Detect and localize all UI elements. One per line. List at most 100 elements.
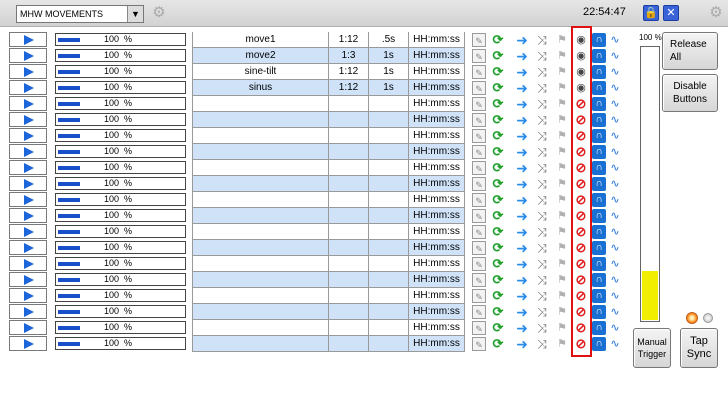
magnet-icon[interactable]: ∩ — [592, 257, 606, 271]
magnet-icon[interactable]: ∩ — [592, 161, 606, 175]
progress-bar[interactable]: 100 % — [55, 81, 186, 94]
time-cell[interactable]: HH:mm:ss — [408, 112, 465, 128]
arrow-right-icon[interactable]: ➜ — [510, 241, 534, 255]
shuffle-icon[interactable]: ⤨ — [535, 193, 549, 207]
ratio-cell[interactable]: 1:12 — [328, 64, 368, 80]
edit-document-icon[interactable]: ✎ — [472, 337, 486, 351]
shuffle-icon[interactable]: ⤨ — [535, 209, 549, 223]
play-button[interactable] — [9, 336, 47, 351]
ratio-cell[interactable] — [328, 336, 368, 352]
play-button[interactable] — [9, 128, 47, 143]
movement-name-cell[interactable] — [192, 192, 328, 208]
time-cell[interactable]: HH:mm:ss — [408, 304, 465, 320]
shuffle-icon[interactable]: ⤨ — [535, 225, 549, 239]
arrow-right-icon[interactable]: ➜ — [510, 177, 534, 191]
movement-name-cell[interactable] — [192, 112, 328, 128]
reload-icon[interactable]: ⟳ — [491, 161, 505, 175]
flag-icon[interactable]: ⚑ — [555, 209, 569, 223]
reload-icon[interactable]: ⟳ — [491, 241, 505, 255]
flag-icon[interactable]: ⚑ — [555, 273, 569, 287]
wave-icon[interactable]: ∿ — [608, 321, 622, 335]
edit-document-icon[interactable]: ✎ — [472, 145, 486, 159]
wave-icon[interactable]: ∿ — [608, 225, 622, 239]
progress-bar[interactable]: 100 % — [55, 209, 186, 222]
magnet-icon[interactable]: ∩ — [592, 49, 606, 63]
shuffle-icon[interactable]: ⤨ — [535, 49, 549, 63]
play-button[interactable] — [9, 160, 47, 175]
magnet-icon[interactable]: ∩ — [592, 193, 606, 207]
flag-icon[interactable]: ⚑ — [555, 49, 569, 63]
edit-document-icon[interactable]: ✎ — [472, 321, 486, 335]
wave-icon[interactable]: ∿ — [608, 33, 622, 47]
progress-bar[interactable]: 100 % — [55, 33, 186, 46]
wave-icon[interactable]: ∿ — [608, 289, 622, 303]
time-cell[interactable]: HH:mm:ss — [408, 32, 465, 48]
progress-bar[interactable]: 100 % — [55, 305, 186, 318]
flag-icon[interactable]: ⚑ — [555, 257, 569, 271]
arrow-right-icon[interactable]: ➜ — [510, 113, 534, 127]
wave-icon[interactable]: ∿ — [608, 305, 622, 319]
play-button[interactable] — [9, 224, 47, 239]
movement-name-cell[interactable]: sine-tilt — [192, 64, 328, 80]
magnet-icon[interactable]: ∩ — [592, 113, 606, 127]
shuffle-icon[interactable]: ⤨ — [535, 65, 549, 79]
magnet-icon[interactable]: ∩ — [592, 145, 606, 159]
shuffle-icon[interactable]: ⤨ — [535, 241, 549, 255]
magnet-icon[interactable]: ∩ — [592, 321, 606, 335]
wave-icon[interactable]: ∿ — [608, 337, 622, 351]
wave-icon[interactable]: ∿ — [608, 193, 622, 207]
progress-bar[interactable]: 100 % — [55, 273, 186, 286]
ratio-cell[interactable] — [328, 272, 368, 288]
duration-cell[interactable] — [368, 304, 408, 320]
shuffle-icon[interactable]: ⤨ — [535, 337, 549, 351]
duration-cell[interactable] — [368, 144, 408, 160]
movement-name-cell[interactable] — [192, 256, 328, 272]
tap-sync-button[interactable]: Tap Sync — [680, 328, 718, 368]
time-cell[interactable]: HH:mm:ss — [408, 176, 465, 192]
ratio-cell[interactable] — [328, 128, 368, 144]
magnet-icon[interactable]: ∩ — [592, 289, 606, 303]
duration-cell[interactable] — [368, 256, 408, 272]
ratio-cell[interactable] — [328, 320, 368, 336]
magnet-icon[interactable]: ∩ — [592, 97, 606, 111]
edit-document-icon[interactable]: ✎ — [472, 209, 486, 223]
time-cell[interactable]: HH:mm:ss — [408, 224, 465, 240]
flag-icon[interactable]: ⚑ — [555, 161, 569, 175]
ratio-cell[interactable] — [328, 208, 368, 224]
duration-cell[interactable] — [368, 320, 408, 336]
flag-icon[interactable]: ⚑ — [555, 97, 569, 111]
reload-icon[interactable]: ⟳ — [491, 97, 505, 111]
ratio-cell[interactable]: 1:3 — [328, 48, 368, 64]
shuffle-icon[interactable]: ⤨ — [535, 177, 549, 191]
arrow-right-icon[interactable]: ➜ — [510, 289, 534, 303]
arrow-right-icon[interactable]: ➜ — [510, 161, 534, 175]
shuffle-icon[interactable]: ⤨ — [535, 81, 549, 95]
progress-bar[interactable]: 100 % — [55, 321, 186, 334]
shuffle-icon[interactable]: ⤨ — [535, 33, 549, 47]
edit-document-icon[interactable]: ✎ — [472, 65, 486, 79]
time-cell[interactable]: HH:mm:ss — [408, 64, 465, 80]
ratio-cell[interactable] — [328, 144, 368, 160]
flag-icon[interactable]: ⚑ — [555, 81, 569, 95]
arrow-right-icon[interactable]: ➜ — [510, 81, 534, 95]
shuffle-icon[interactable]: ⤨ — [535, 257, 549, 271]
ratio-cell[interactable] — [328, 112, 368, 128]
wave-icon[interactable]: ∿ — [608, 113, 622, 127]
flag-icon[interactable]: ⚑ — [555, 65, 569, 79]
movement-name-cell[interactable] — [192, 288, 328, 304]
movement-name-cell[interactable] — [192, 160, 328, 176]
duration-cell[interactable] — [368, 96, 408, 112]
reload-icon[interactable]: ⟳ — [491, 225, 505, 239]
progress-bar[interactable]: 100 % — [55, 113, 186, 126]
ratio-cell[interactable] — [328, 224, 368, 240]
edit-document-icon[interactable]: ✎ — [472, 33, 486, 47]
duration-cell[interactable] — [368, 176, 408, 192]
flag-icon[interactable]: ⚑ — [555, 145, 569, 159]
play-button[interactable] — [9, 48, 47, 63]
play-button[interactable] — [9, 144, 47, 159]
movement-name-cell[interactable]: sinus — [192, 80, 328, 96]
ratio-cell[interactable] — [328, 192, 368, 208]
movement-name-cell[interactable] — [192, 336, 328, 352]
time-cell[interactable]: HH:mm:ss — [408, 288, 465, 304]
duration-cell[interactable] — [368, 272, 408, 288]
